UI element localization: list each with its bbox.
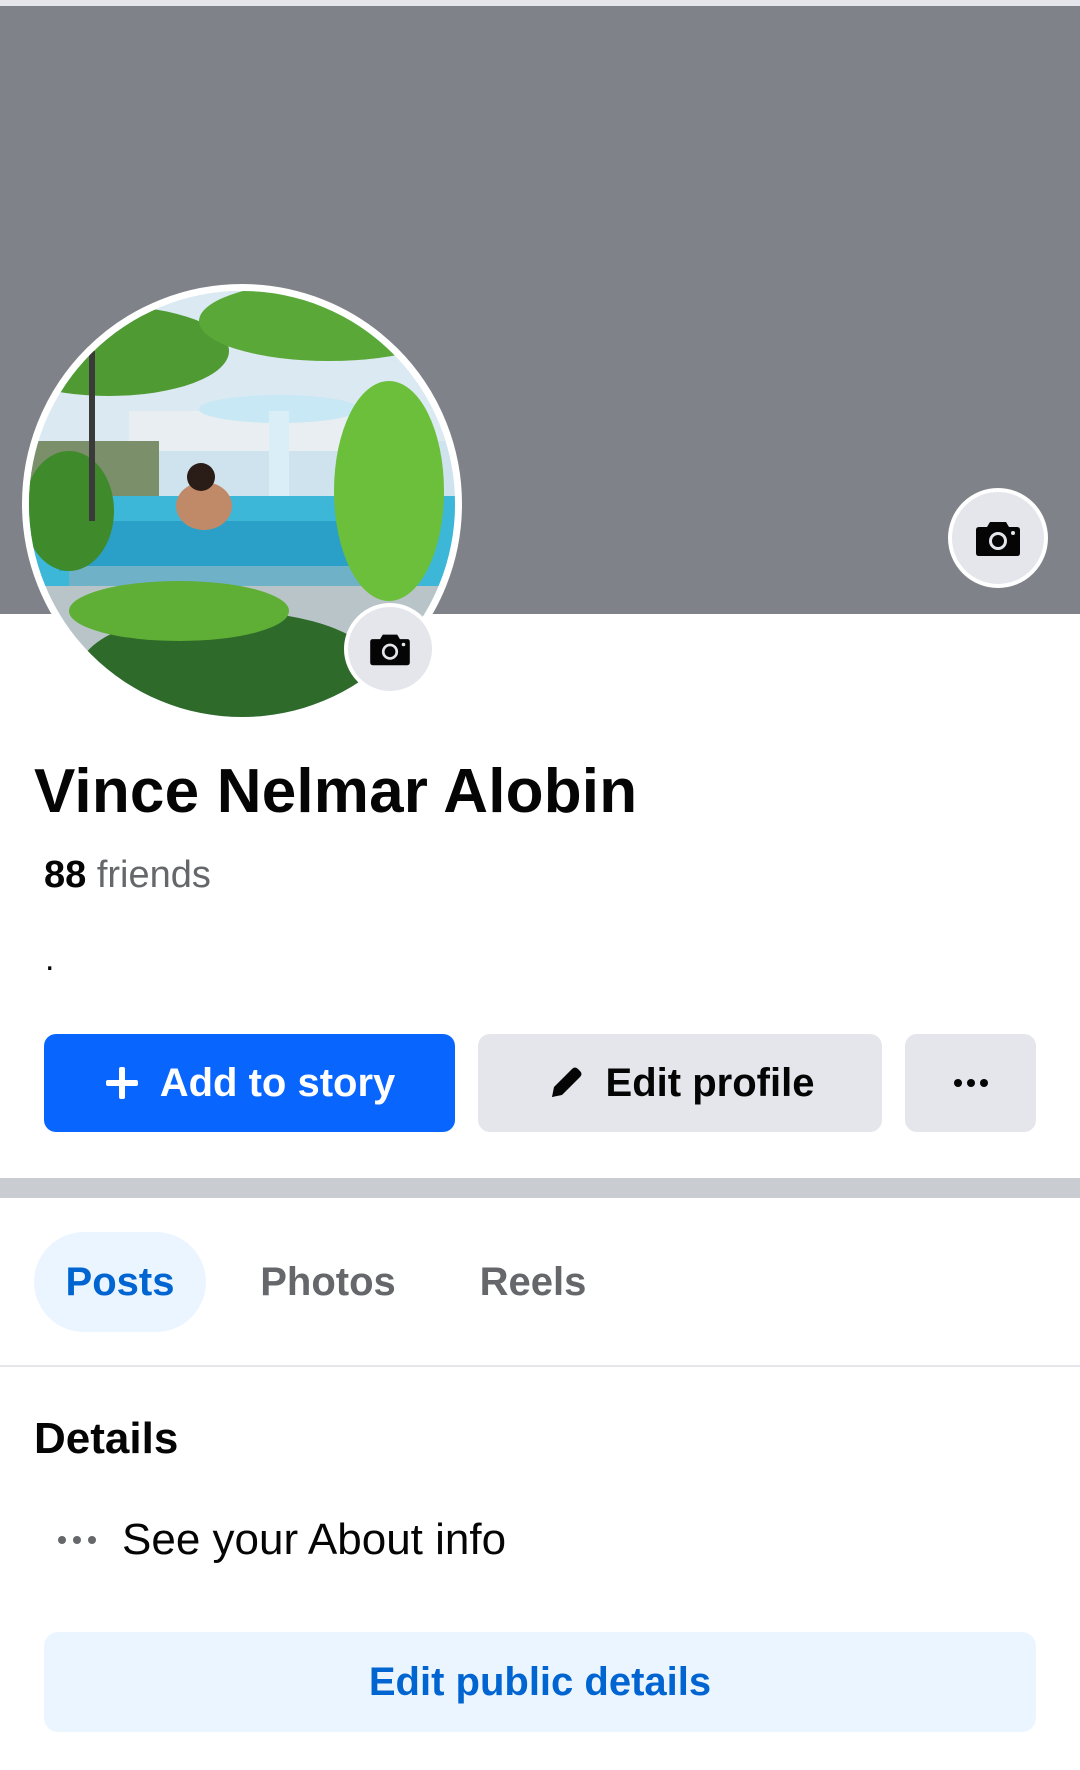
- tab-reels[interactable]: Reels: [448, 1232, 618, 1332]
- profile-bio: .: [45, 940, 55, 978]
- friends-count[interactable]: 88 friends: [44, 854, 211, 897]
- tabs-divider: [0, 1365, 1080, 1367]
- avatar-camera-button[interactable]: [344, 603, 436, 695]
- pencil-icon: [546, 1063, 586, 1103]
- add-to-story-label: Add to story: [159, 1060, 396, 1105]
- profile-tabs: Posts Photos Reels: [0, 1232, 1080, 1332]
- see-about-info-row[interactable]: See your About info: [34, 1508, 506, 1572]
- tab-posts[interactable]: Posts: [34, 1232, 206, 1332]
- camera-icon: [974, 518, 1022, 558]
- camera-icon: [368, 631, 412, 667]
- edit-public-details-button[interactable]: Edit public details: [44, 1632, 1036, 1732]
- cover-camera-button[interactable]: [948, 488, 1048, 588]
- details-title: Details: [34, 1414, 179, 1463]
- profile-name: Vince Nelmar Alobin: [34, 757, 638, 826]
- more-options-button[interactable]: [905, 1034, 1036, 1132]
- friends-label: friends: [96, 854, 211, 896]
- section-divider: [0, 1178, 1080, 1198]
- see-about-info-label: See your About info: [122, 1515, 507, 1564]
- more-dots-icon: [34, 1535, 122, 1545]
- plus-icon: [104, 1065, 140, 1101]
- tab-photos[interactable]: Photos: [238, 1232, 418, 1332]
- friends-number: 88: [44, 854, 87, 896]
- edit-public-details-label: Edit public details: [368, 1659, 712, 1704]
- more-dots-icon: [953, 1078, 989, 1088]
- edit-profile-button[interactable]: Edit profile: [478, 1034, 882, 1132]
- edit-profile-label: Edit profile: [605, 1060, 815, 1105]
- add-to-story-button[interactable]: Add to story: [44, 1034, 455, 1132]
